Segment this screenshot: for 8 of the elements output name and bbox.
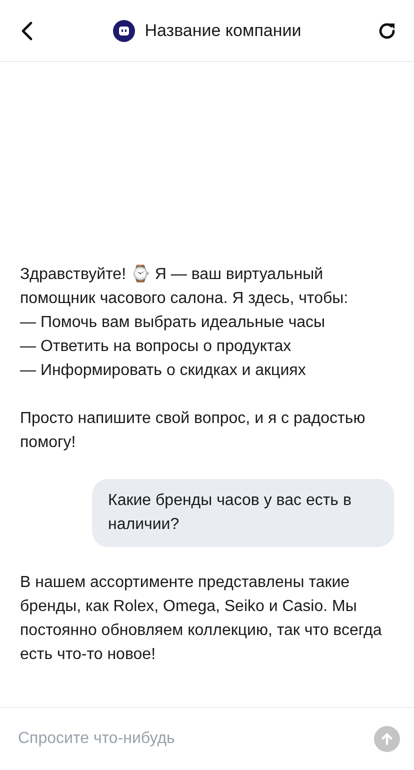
chat-title: Название компании	[144, 20, 302, 40]
bot-logo-icon	[112, 20, 135, 42]
message-input[interactable]: Спросите что-нибудь	[16, 729, 374, 749]
bot-message: Просто напишите свой вопрос, и я с радостью помогу!	[20, 409, 366, 453]
arrow-up-icon	[380, 732, 394, 746]
bot-message: В нашем ассортименте представлены такие бренды, как Rolex, Omega, Seiko и Casio. Мы постоянно обновляем коллекцию, так что всегда есть что-то новое!	[20, 573, 383, 665]
bot-message: Здравствуйте! ⌚ Я — ваш виртуальный помощник часового салона. Я здесь, чтобы: — Помочь вам выбрать идеальные часы — Ответить на вопросы о продуктах — Информировать о скидках и акциях	[20, 264, 350, 381]
user-message: Какие бренды часов у вас есть в наличии?	[108, 491, 352, 535]
